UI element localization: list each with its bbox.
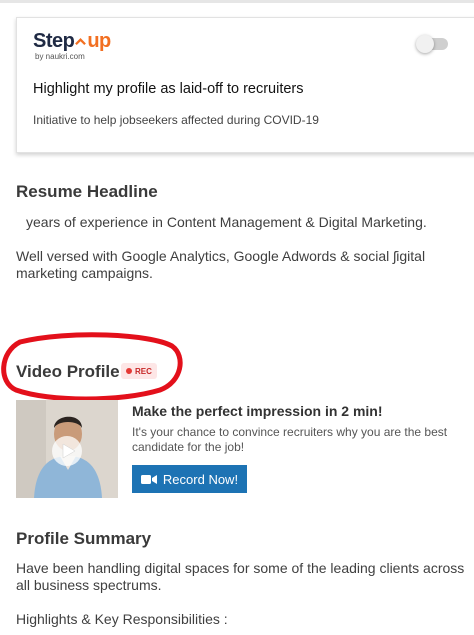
stepup-logo: Step up by naukri.com [33,30,111,61]
video-camera-icon [140,474,157,484]
logo-arrow-icon [75,38,87,46]
toggle-knob [416,35,434,53]
profile-summary-line-2: all business spectrums. [16,577,162,593]
profile-summary-heading: Profile Summary [16,529,152,548]
video-profile-title: Make the perfect impression in 2 min! [132,403,383,419]
logo-subtext: by naukri.com [35,52,85,61]
top-divider [0,0,474,3]
play-icon[interactable] [52,436,82,466]
record-now-label: Record Now! [162,471,239,487]
resume-headline-heading: Resume Headline [16,182,158,201]
logo-text: Step [33,30,75,52]
video-profile-heading: Video Profile [16,362,120,381]
rec-badge-label: REC [135,366,152,376]
rec-badge: REC [121,363,157,379]
resume-headline-line-2: Well versed with Google Analytics, Googl… [16,248,426,264]
profile-summary-line-1: Have been handling digital spaces for so… [16,560,465,576]
rec-dot-icon [126,368,132,374]
video-thumbnail[interactable] [16,400,118,498]
profile-summary-line-3: Highlights & Key Responsibilities : [16,611,228,627]
logo-text-accent: up [87,30,111,52]
laid-off-toggle[interactable] [416,35,448,53]
video-profile-description: It's your chance to convince recruiters … [132,425,448,454]
stepup-card: Step up by naukri.com Highlight my profi… [16,17,474,153]
resume-headline-line-3: marketing campaigns. [16,265,153,281]
resume-headline-line-1: years of experience in Content Managemen… [26,214,427,230]
stepup-title: Highlight my profile as laid-off to recr… [33,81,304,97]
record-now-button[interactable]: Record Now! [132,465,247,493]
stepup-subtitle: Initiative to help jobseekers affected d… [33,113,319,127]
